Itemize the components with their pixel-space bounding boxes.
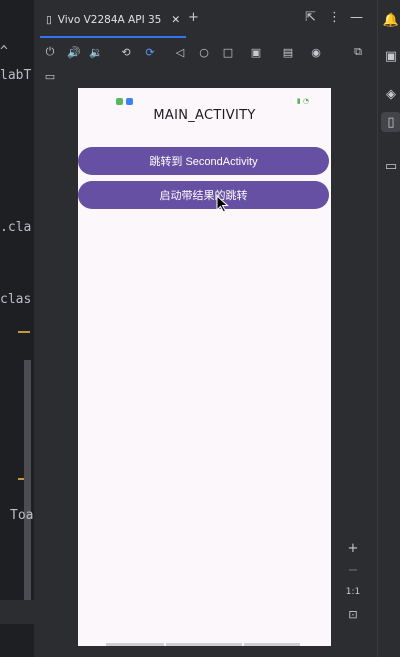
editor-line: Toa	[10, 508, 34, 523]
back-icon[interactable]: ◁	[172, 44, 188, 60]
device-tab-bar: ▯ Vivo V2284A API 35 ✕ + ⇱ ⋮ —	[34, 0, 377, 38]
running-devices-panel: ▯ Vivo V2284A API 35 ✕ + ⇱ ⋮ — ⏻ 🔊 🔉 ⟲ ⟳…	[34, 0, 377, 657]
rotate-left-icon[interactable]: ⟲	[118, 44, 134, 60]
nav-handle	[166, 643, 242, 646]
minimize-icon[interactable]: —	[350, 10, 363, 25]
notification-icon	[126, 98, 133, 105]
record-icon[interactable]: ▭	[42, 68, 58, 84]
nav-handle	[106, 643, 164, 646]
device-tab[interactable]: ▯ Vivo V2284A API 35 ✕	[40, 6, 187, 38]
home-icon[interactable]: ○	[196, 44, 212, 60]
rotate-right-icon[interactable]: ⟳	[142, 44, 158, 60]
status-icons-left	[116, 98, 133, 105]
notifications-icon[interactable]: 🔔	[381, 10, 400, 30]
volume-up-icon[interactable]: 🔊	[66, 44, 82, 60]
zoom-in-button[interactable]: +	[348, 537, 359, 559]
right-tool-window-bar: 🔔 ▣ ◈ ▯ ▭	[377, 0, 400, 657]
display-settings-icon[interactable]: ▣	[248, 44, 264, 60]
nav-handle	[244, 643, 300, 646]
editor-footer	[0, 600, 36, 624]
running-devices-icon[interactable]: ▯	[381, 112, 400, 132]
editor-marker	[18, 331, 30, 333]
zoom-controls: + − 1:1 ⊡	[341, 537, 365, 633]
gradle-icon[interactable]: ◈	[381, 84, 400, 104]
battery-icon: ▮ ◔	[296, 97, 309, 105]
editor-line: clas	[0, 292, 32, 307]
mouse-cursor-icon	[216, 195, 229, 213]
device-manager-icon[interactable]: ▣	[381, 46, 400, 66]
editor-line: labT	[0, 68, 32, 83]
emulator-toolbar: ⏻ 🔊 🔉 ⟲ ⟳ ◁ ○ □ ▣ ▤ ◉ ⧉ ▭	[34, 40, 377, 83]
device-tab-label: Vivo V2284A API 35	[57, 14, 162, 26]
device-info-icon[interactable]: ▤	[280, 44, 296, 60]
fit-screen-icon[interactable]: ⊡	[348, 603, 357, 625]
more-options-icon[interactable]: ⋮	[328, 10, 341, 25]
add-icon[interactable]: +	[188, 10, 199, 25]
go-second-activity-button[interactable]: 跳转到 SecondActivity	[78, 147, 329, 175]
overview-icon[interactable]: □	[220, 44, 236, 60]
notification-icon	[116, 98, 123, 105]
editor-scrollbar[interactable]	[24, 360, 31, 600]
zoom-actual-size-button[interactable]: 1:1	[346, 581, 360, 603]
device-explorer-icon[interactable]: ▭	[381, 156, 400, 176]
tab-underline	[40, 36, 187, 38]
start-for-result-button[interactable]: 启动带结果的跳转	[78, 181, 329, 209]
page-title: MAIN_ACTIVITY	[153, 108, 256, 123]
close-icon[interactable]: ✕	[171, 14, 180, 26]
screenshot-icon[interactable]: ◉	[308, 44, 324, 60]
editor-line: ^	[0, 44, 8, 59]
power-icon[interactable]: ⏻	[42, 44, 58, 60]
code-editor[interactable]: ^ labT .cla clas Toa	[0, 0, 36, 657]
phone-icon: ▯	[46, 14, 52, 26]
volume-down-icon[interactable]: 🔉	[88, 44, 104, 60]
editor-line: .cla	[0, 220, 32, 235]
external-window-icon[interactable]: ⇱	[305, 10, 316, 25]
mirror-icon[interactable]: ⧉	[350, 44, 366, 60]
device-screen[interactable]: ▮ ◔ MAIN_ACTIVITY 跳转到 SecondActivity 启动带…	[78, 88, 331, 646]
zoom-out-button[interactable]: −	[348, 559, 359, 581]
